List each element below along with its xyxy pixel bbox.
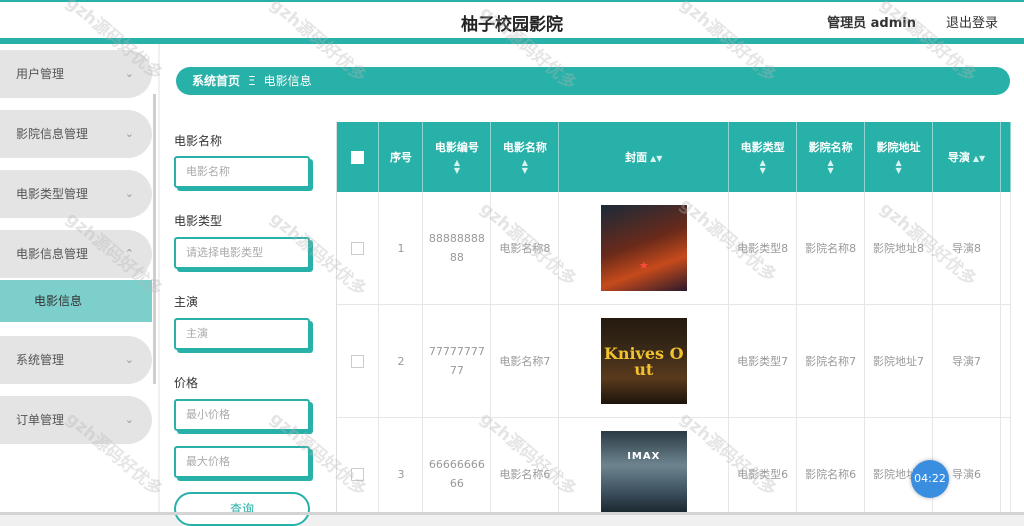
sort-icon[interactable]: ▲▼: [650, 154, 662, 163]
movie-type-select[interactable]: 请选择电影类型: [174, 237, 310, 269]
sidebar-item-movie-info-management[interactable]: 电影信息管理 ⌃: [0, 230, 152, 278]
cell-poster: Knives Out: [558, 304, 730, 418]
column-header-poster[interactable]: 封面 ▲▼: [558, 122, 730, 192]
cell-index: 2: [378, 304, 424, 418]
actor-input[interactable]: 主演: [174, 318, 310, 350]
sidebar-item-label: 订单管理: [16, 413, 65, 427]
row-checkbox[interactable]: [351, 468, 365, 481]
min-price-input[interactable]: 最小价格: [174, 399, 310, 431]
sidebar-item-user-management[interactable]: 用户管理 ⌄: [0, 50, 152, 98]
cell-address: 影院地址7: [864, 304, 934, 418]
cell-type: 电影类型6: [728, 417, 798, 515]
sidebar-item-label: 用户管理: [16, 67, 65, 81]
chevron-up-icon: ⌃: [124, 247, 134, 260]
breadcrumb-home[interactable]: 系统首页: [192, 74, 240, 88]
sidebar-item-label: 系统管理: [16, 353, 65, 367]
movie-type-label: 电影类型: [174, 214, 223, 228]
column-header-cinema[interactable]: 影院名称 ▲ ▼: [796, 122, 866, 192]
poster-title: Knives Out: [603, 344, 684, 379]
cell-cinema: 影院名称8: [796, 192, 866, 305]
poster-2-image[interactable]: Knives Out: [600, 318, 687, 404]
chevron-down-icon: ⌄: [124, 67, 134, 80]
cell-code: 8888888888: [422, 192, 492, 305]
cell-director: 导演7: [932, 304, 1001, 418]
sidebar-scrollbar[interactable]: [153, 94, 156, 384]
row-checkbox[interactable]: [351, 242, 365, 255]
poster-brand: IMAX: [627, 451, 661, 462]
sort-icon[interactable]: ▲▼: [973, 154, 985, 163]
sort-icon[interactable]: ▲▼: [491, 159, 558, 175]
select-all-checkbox[interactable]: [337, 122, 380, 192]
movie-name-input[interactable]: 电影名称: [174, 156, 310, 188]
cell-director: 导演8: [932, 192, 1001, 305]
table-row[interactable]: 1 8888888888 电影名称8 ★ 电影类型8 影院名称8 影院地址8 导…: [337, 192, 1011, 305]
sort-icon[interactable]: ▲▼: [797, 159, 864, 175]
table-header-row: 序号 电影编号 ▲ ▼ 电影名称 ▲ ▼ 封面 ▲▼ 电影类型 ▲ ▼ 影院名称 ▲ ▼ 影院地址…: [337, 122, 1011, 192]
cell-type: 电影类型7: [728, 304, 798, 418]
chevron-down-icon: ⌄: [124, 353, 134, 366]
column-header-index: 序号: [378, 122, 424, 192]
top-bar: 柚子校园影院 管理员 admin 退出登录: [0, 0, 1024, 40]
column-header-code[interactable]: 电影编号 ▲ ▼: [422, 122, 492, 192]
sidebar-item-label: 影院信息管理: [16, 127, 89, 141]
cell-code: 7777777777: [422, 304, 492, 418]
column-header-type[interactable]: 电影类型 ▲ ▼: [728, 122, 798, 192]
actor-label: 主演: [174, 295, 199, 309]
sidebar-item-order-management[interactable]: 订单管理 ⌄: [0, 396, 152, 444]
sort-icon[interactable]: ▲▼: [865, 159, 932, 175]
checkbox-icon[interactable]: [351, 150, 365, 164]
sidebar-item-label: 电影信息管理: [16, 247, 89, 261]
table-row[interactable]: 2 7777777777 电影名称7 Knives Out 电影类型7 影院名称…: [337, 304, 1011, 418]
cell-name: 电影名称6: [490, 417, 560, 515]
movie-table: 序号 电影编号 ▲ ▼ 电影名称 ▲ ▼ 封面 ▲▼ 电影类型 ▲ ▼ 影院名称 ▲ ▼ 影院地址…: [336, 122, 1011, 515]
poster-3-image[interactable]: IMAX: [600, 431, 687, 515]
sort-icon[interactable]: ▲▼: [729, 159, 796, 175]
main-content: 系统首页 Ξ 电影信息 电影名称 电影名称 电影类型 请选择电影类型 主演 主演 价…: [160, 44, 1024, 526]
recording-timer-badge: 04:22: [911, 460, 949, 498]
logout-link[interactable]: 退出登录: [946, 12, 998, 31]
cell-cinema: 影院名称6: [796, 417, 866, 515]
sidebar-item-label: 电影类型管理: [16, 187, 89, 201]
row-checkbox[interactable]: [351, 355, 365, 368]
chevron-down-icon: ⌄: [124, 187, 134, 200]
column-header-spacer: [1000, 122, 1011, 192]
cell-type: 电影类型8: [728, 192, 798, 305]
sidebar: 用户管理 ⌄ 影院信息管理 ⌄ 电影类型管理 ⌄ 电影信息管理 ⌃ 电影信息 ☝…: [0, 44, 158, 515]
cell-poster: ★: [558, 192, 730, 305]
cell-cinema: 影院名称7: [796, 304, 866, 418]
breadcrumb: 系统首页 Ξ 电影信息: [176, 67, 1010, 95]
search-button[interactable]: 查询: [174, 492, 310, 526]
cell-poster: IMAX: [558, 417, 730, 515]
column-header-director[interactable]: 导演 ▲▼: [932, 122, 1001, 192]
chevron-down-icon: ⌄: [124, 127, 134, 140]
column-header-name[interactable]: 电影名称 ▲ ▼: [490, 122, 560, 192]
cell-code: 6666666666: [422, 417, 492, 515]
sidebar-item-cinema-management[interactable]: 影院信息管理 ⌄: [0, 110, 152, 158]
breadcrumb-separator: Ξ: [248, 74, 256, 88]
chevron-down-icon: ⌄: [124, 413, 134, 426]
max-price-input[interactable]: 最大价格: [174, 446, 310, 478]
sidebar-item-system-management[interactable]: 系统管理 ⌄: [0, 336, 152, 384]
column-header-address[interactable]: 影院地址 ▲ ▼: [864, 122, 934, 192]
cell-address: 影院地址8: [864, 192, 934, 305]
cell-index: 3: [378, 417, 424, 515]
admin-user-label: 管理员 admin: [827, 16, 916, 31]
poster-1-image[interactable]: ★: [600, 205, 687, 291]
price-label: 价格: [174, 376, 199, 390]
cell-name: 电影名称8: [490, 192, 560, 305]
cell-name: 电影名称7: [490, 304, 560, 418]
sidebar-subitem-movie-info[interactable]: 电影信息: [0, 280, 152, 322]
sidebar-item-movie-type-management[interactable]: 电影类型管理 ⌄: [0, 170, 152, 218]
table-row[interactable]: 3 6666666666 电影名称6 IMAX 电影类型6 影院名称6 影院地址…: [337, 417, 1011, 515]
movie-name-label: 电影名称: [174, 134, 223, 148]
breadcrumb-current: 电影信息: [263, 74, 312, 88]
cell-index: 1: [378, 192, 424, 305]
sort-icon[interactable]: ▲▼: [423, 159, 490, 175]
